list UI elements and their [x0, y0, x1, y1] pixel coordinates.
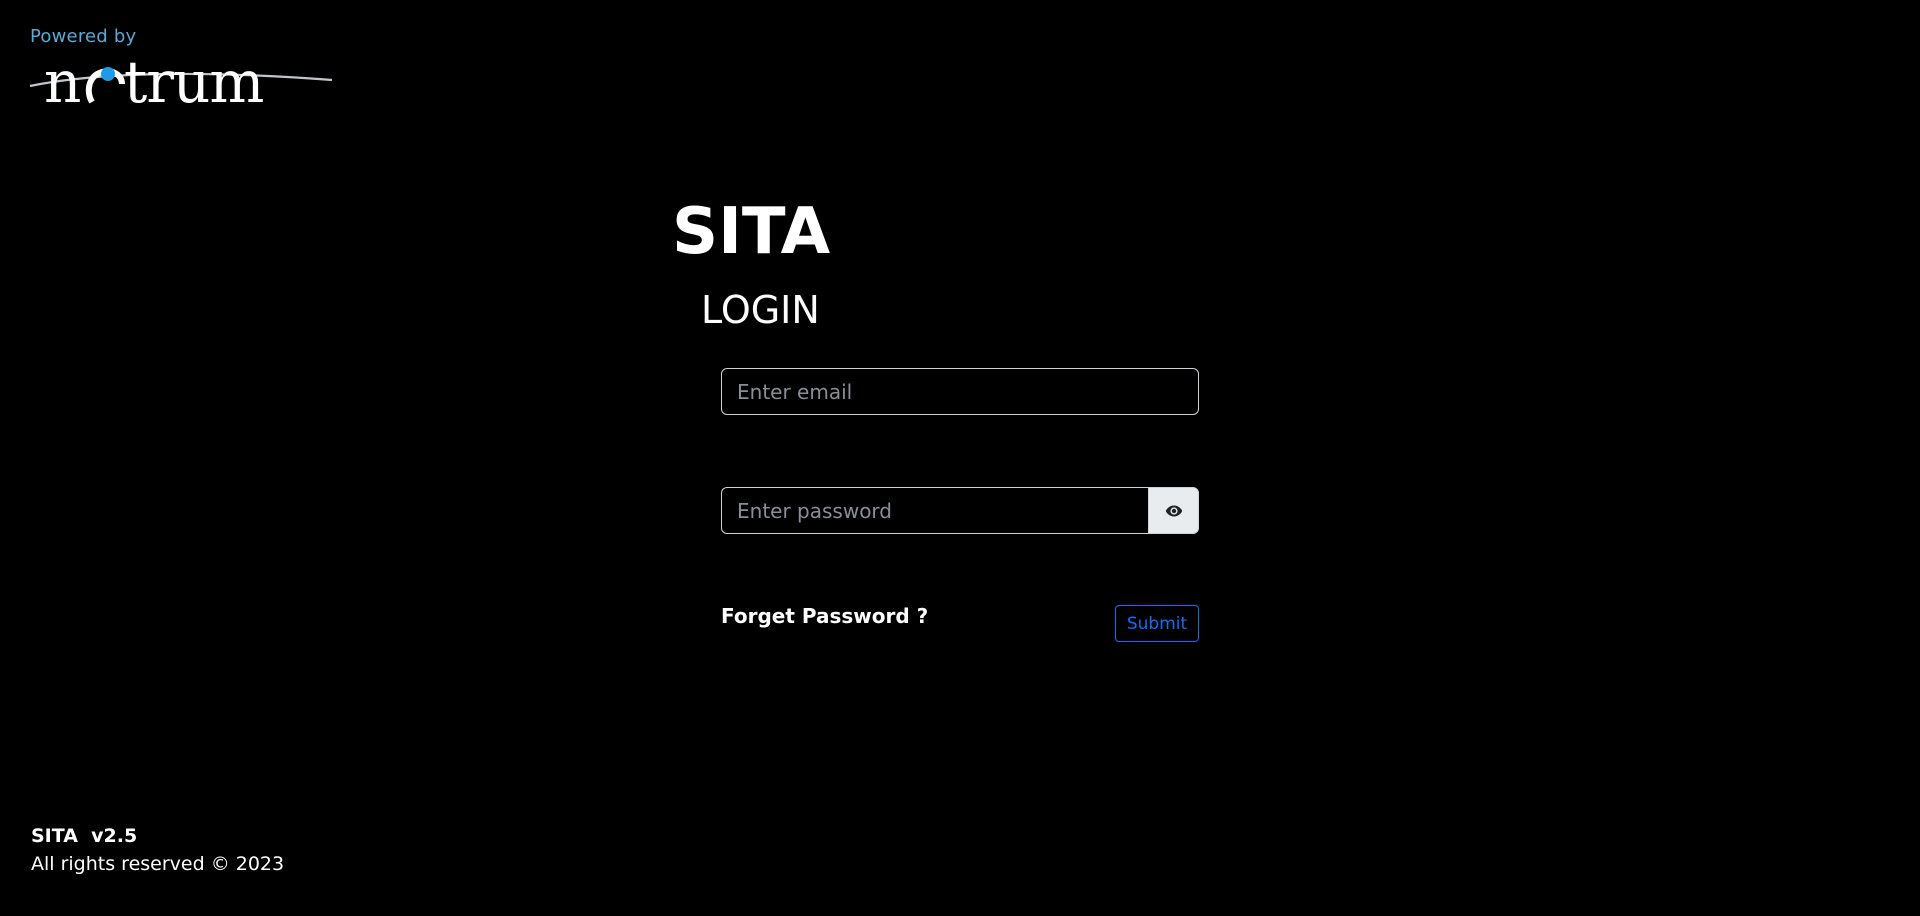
copyright-label: All rights reserved © 2023 — [31, 853, 285, 875]
powered-by-label: Powered by — [30, 26, 137, 47]
svg-text:trum: trum — [124, 48, 263, 110]
eye-icon — [1165, 505, 1182, 516]
footer: SITA v2.5 All rights reserved © 2023 — [31, 822, 284, 878]
netrum-logo-mark: n trum — [29, 48, 333, 110]
password-input[interactable] — [721, 487, 1148, 534]
login-page: Powered by n trum SITA LOGIN Forget Pass — [0, 0, 1920, 916]
toggle-password-visibility-button[interactable] — [1148, 487, 1199, 534]
svg-text:n: n — [44, 48, 80, 110]
email-input[interactable] — [721, 368, 1199, 415]
app-title: SITA — [672, 195, 831, 269]
login-heading: LOGIN — [701, 288, 820, 332]
password-input-group — [721, 487, 1199, 534]
submit-button[interactable]: Submit — [1115, 605, 1199, 642]
forget-password-link[interactable]: Forget Password ? — [721, 604, 928, 628]
version-label: SITA v2.5 — [31, 825, 138, 847]
brand-logo: Powered by n trum — [28, 26, 338, 110]
